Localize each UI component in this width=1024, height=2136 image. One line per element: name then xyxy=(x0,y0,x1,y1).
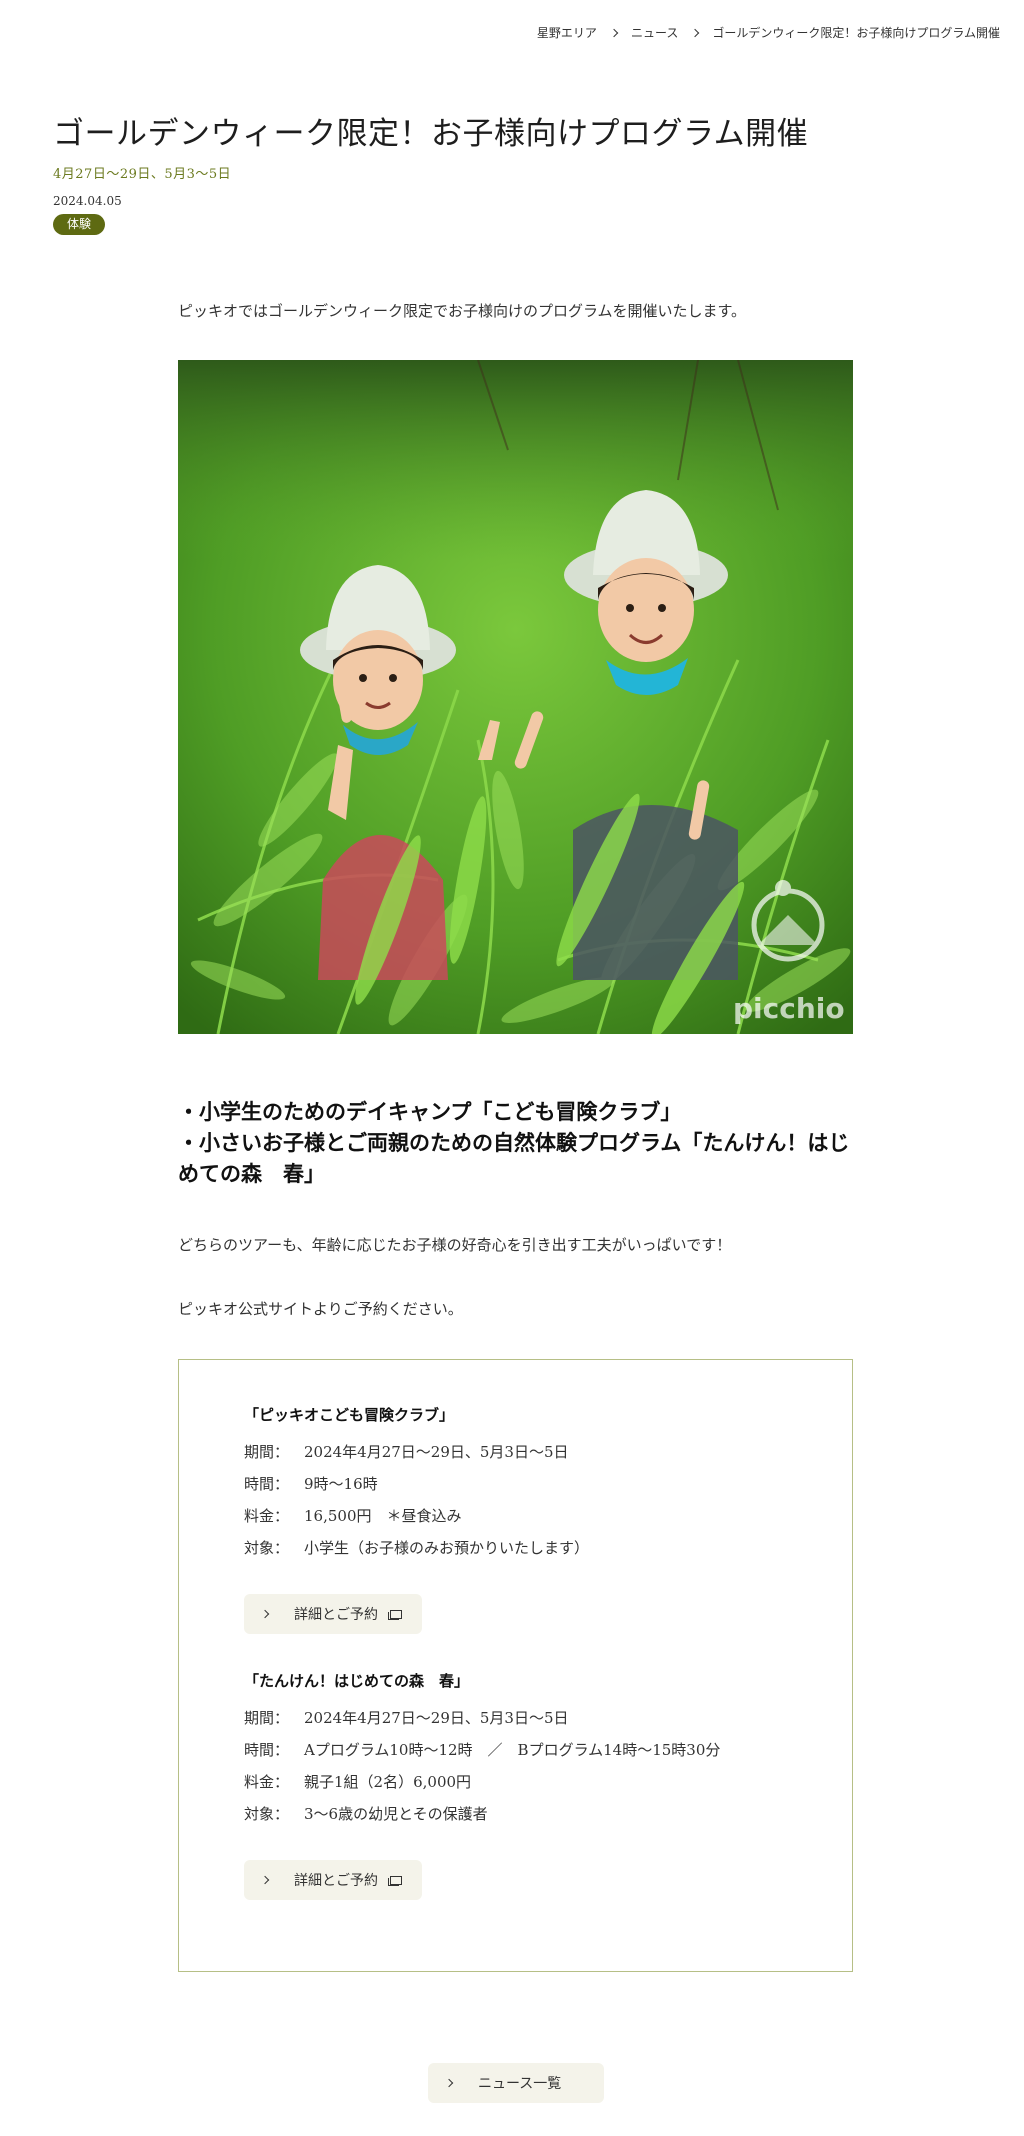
row-value: 親子1組（2名）6,000円 xyxy=(304,1773,472,1791)
breadcrumb-news[interactable]: ニュース xyxy=(631,24,678,41)
row-label: 料金： xyxy=(244,1773,290,1791)
news-list-button[interactable]: ニュース一覧 xyxy=(428,2063,604,2103)
program-price-row: 料金： 16,500円 ＊昼食込み xyxy=(244,1500,804,1532)
chevron-right-icon xyxy=(260,1609,270,1619)
details-reserve-button[interactable]: 詳細とご予約 xyxy=(244,1860,422,1900)
reservation-note: ピッキオ公式サイトよりご予約ください。 xyxy=(178,1300,463,1318)
category-badge[interactable]: 体験 xyxy=(53,214,106,235)
highlight-item: ・小学生のためのデイキャンプ「こども冒険クラブ」 xyxy=(178,1099,682,1124)
page-title: ゴールデンウィーク限定！お子様向けプログラム開催 xyxy=(53,116,809,152)
button-label: 詳細とご予約 xyxy=(294,1607,378,1623)
details-reserve-button[interactable]: 詳細とご予約 xyxy=(244,1594,422,1634)
program-title: 「たんけん！はじめての森 春」 xyxy=(244,1672,470,1690)
svg-text:picchio: picchio xyxy=(733,992,845,1025)
row-label: 期間： xyxy=(244,1443,290,1461)
program-kodomo-bouken-club: 「ピッキオこども冒険クラブ」 期間： 2024年4月27日〜29日、5月3日〜5… xyxy=(244,1404,804,1634)
chevron-right-icon xyxy=(609,28,619,37)
row-value: Aプログラム10時〜12時 ／ Bプログラム14時〜15時30分 xyxy=(304,1741,721,1759)
children-in-ferns-photo: picchio xyxy=(178,360,853,1034)
program-period-row: 期間： 2024年4月27日〜29日、5月3日〜5日 xyxy=(244,1702,804,1734)
program-period-row: 期間： 2024年4月27日〜29日、5月3日〜5日 xyxy=(244,1436,804,1468)
description-text: どちらのツアーも、年齢に応じたお子様の好奇心を引き出す工夫がいっぱいです！ xyxy=(178,1236,732,1254)
article-header: ゴールデンウィーク限定！お子様向けプログラム開催 4月27日〜29日、5月3〜5… xyxy=(53,108,973,235)
row-value: 9時〜16時 xyxy=(304,1475,378,1493)
external-link-icon xyxy=(388,1609,402,1620)
event-period: 4月27日〜29日、5月3〜5日 xyxy=(53,167,232,182)
row-value: 2024年4月27日〜29日、5月3日〜5日 xyxy=(304,1709,569,1727)
program-highlights: ・小学生のためのデイキャンプ「こども冒険クラブ」 ・小さいお子様とご両親のための… xyxy=(178,1096,853,1189)
row-label: 時間： xyxy=(244,1475,290,1493)
row-label: 対象： xyxy=(244,1805,290,1823)
row-value: 小学生（お子様のみお預かりいたします） xyxy=(304,1539,590,1557)
breadcrumb: 星野エリア ニュース ゴールデンウィーク限定！お子様向けプログラム開催 xyxy=(537,24,1000,41)
program-target-row: 対象： 3〜6歳の幼児とその保護者 xyxy=(244,1798,804,1830)
button-label: 詳細とご予約 xyxy=(294,1873,378,1889)
highlight-item: ・小さいお子様とご両親のための自然体験プログラム「たんけん！はじめての森 春」 xyxy=(178,1130,850,1186)
program-tanken-hajimete-no-mori: 「たんけん！はじめての森 春」 期間： 2024年4月27日〜29日、5月3日〜… xyxy=(244,1670,804,1900)
breadcrumb-current: ゴールデンウィーク限定！お子様向けプログラム開催 xyxy=(712,26,1000,40)
row-value: 16,500円 ＊昼食込み xyxy=(304,1507,462,1525)
row-value: 3〜6歳の幼児とその保護者 xyxy=(304,1805,488,1823)
external-link-icon xyxy=(388,1875,402,1886)
row-label: 期間： xyxy=(244,1709,290,1727)
row-label: 料金： xyxy=(244,1507,290,1525)
program-target-row: 対象： 小学生（お子様のみお預かりいたします） xyxy=(244,1532,804,1564)
publish-date: 2024.04.05 xyxy=(53,194,122,208)
program-title: 「ピッキオこども冒険クラブ」 xyxy=(244,1406,455,1424)
row-value: 2024年4月27日〜29日、5月3日〜5日 xyxy=(304,1443,569,1461)
chevron-right-icon xyxy=(260,1875,270,1885)
button-label: ニュース一覧 xyxy=(478,2076,562,2092)
breadcrumb-hoshino-area[interactable]: 星野エリア xyxy=(537,24,597,41)
intro-text: ピッキオではゴールデンウィーク限定でお子様向けのプログラムを開催いたします。 xyxy=(178,302,747,320)
program-time-row: 時間： Aプログラム10時〜12時 ／ Bプログラム14時〜15時30分 xyxy=(244,1734,804,1766)
program-price-row: 料金： 親子1組（2名）6,000円 xyxy=(244,1766,804,1798)
program-time-row: 時間： 9時〜16時 xyxy=(244,1468,804,1500)
chevron-right-icon xyxy=(691,28,700,37)
row-label: 対象： xyxy=(244,1539,290,1557)
program-info-box: 「ピッキオこども冒険クラブ」 期間： 2024年4月27日〜29日、5月3日〜5… xyxy=(178,1359,853,1972)
row-label: 時間： xyxy=(244,1741,290,1759)
chevron-right-icon xyxy=(444,2078,454,2088)
